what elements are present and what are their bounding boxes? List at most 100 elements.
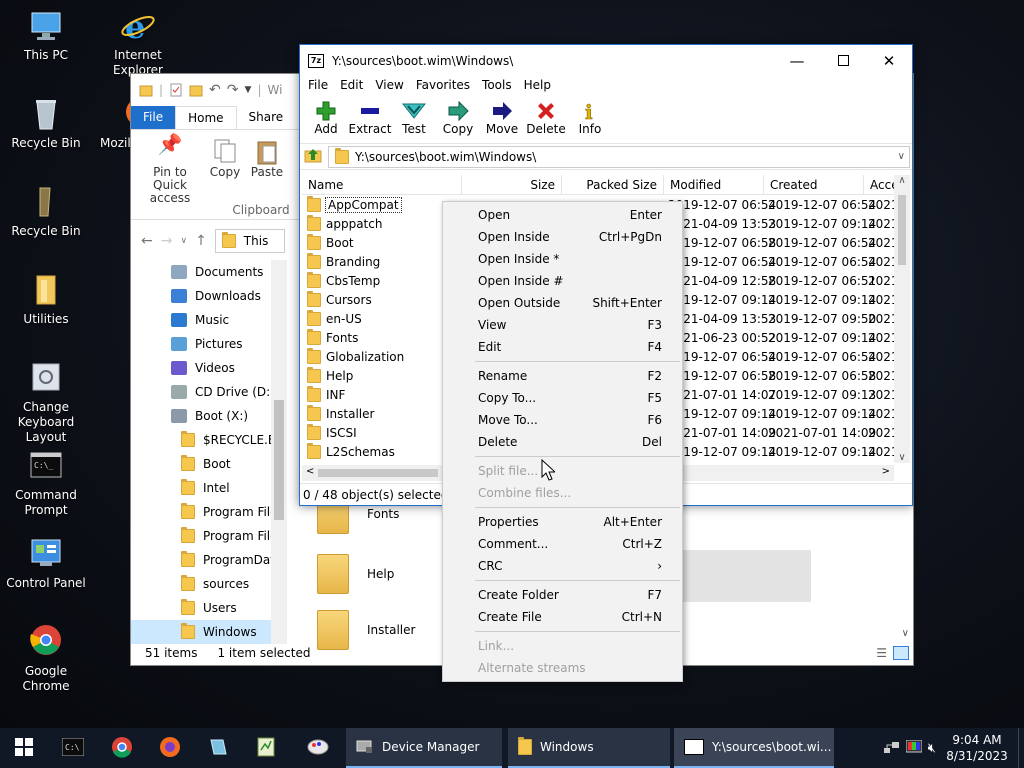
context-menu-item[interactable]: Edit F4	[443, 336, 682, 358]
context-menu-item[interactable]: Delete Del	[443, 431, 682, 453]
chevron-down-icon[interactable]: ∨	[180, 236, 187, 246]
nav-item[interactable]: Boot	[131, 452, 287, 476]
info-button[interactable]: i Info	[568, 96, 612, 143]
content-item-help[interactable]: Help	[317, 554, 394, 594]
column-name[interactable]: Name	[302, 175, 462, 194]
nav-scrollbar[interactable]	[271, 260, 287, 644]
chevron-down-icon[interactable]: ▼	[245, 85, 252, 95]
scrollbar-thumb[interactable]	[318, 469, 438, 477]
task-7zip[interactable]: 7z Y:\sources\boot.wi...	[674, 728, 834, 768]
large-icons-view-icon[interactable]	[893, 646, 909, 660]
copy-button[interactable]: Copy	[436, 96, 480, 143]
nav-item[interactable]: CD Drive (D:) v	[131, 380, 287, 404]
volume-muted-icon[interactable]: 🔇︎	[928, 741, 936, 756]
taskbar-notepad[interactable]	[242, 728, 290, 768]
column-packed-size[interactable]: Packed Size	[562, 175, 664, 194]
up-folder-icon[interactable]	[304, 146, 322, 167]
nav-item[interactable]: Downloads	[131, 284, 287, 308]
file-list-vscrollbar[interactable]: ∧ ∨	[894, 175, 910, 463]
pin-to-quick-access-button[interactable]: 📌 Pin to Quick access	[137, 134, 203, 205]
desktop-icon-utilities[interactable]: Utilities	[0, 272, 92, 327]
context-menu-item[interactable]: Open Inside Ctrl+PgDn	[443, 226, 682, 248]
column-modified[interactable]: Modified	[664, 175, 764, 194]
details-view-icon[interactable]: ☰	[876, 646, 887, 660]
scrollbar-thumb[interactable]	[898, 195, 906, 265]
extract-button[interactable]: Extract	[348, 96, 392, 143]
scroll-left-icon[interactable]: <	[306, 466, 314, 477]
clock[interactable]: 9:04 AM 8/31/2023	[942, 732, 1012, 764]
desktop-icon-control-panel[interactable]: Control Panel	[0, 536, 92, 591]
nav-item[interactable]: Boot (X:)	[131, 404, 287, 428]
taskbar-chrome[interactable]	[98, 728, 146, 768]
redo-icon[interactable]: ↷	[227, 82, 239, 98]
context-menu-item[interactable]: Copy To... F5	[443, 387, 682, 409]
start-button[interactable]	[0, 728, 48, 768]
paste-button[interactable]: Paste	[249, 138, 285, 179]
chevron-down-icon[interactable]: ∨	[898, 151, 905, 162]
delete-button[interactable]: Delete	[524, 96, 568, 143]
up-icon[interactable]: ↑	[195, 233, 207, 249]
copy-button[interactable]: Copy	[207, 138, 243, 179]
desktop-icon-change-keyboard-layout[interactable]: Change Keyboard Layout	[0, 360, 92, 445]
minimize-button[interactable]: —	[774, 45, 820, 76]
network-icon[interactable]	[883, 740, 900, 757]
nav-item[interactable]: Music	[131, 308, 287, 332]
move-button[interactable]: Move	[480, 96, 524, 143]
menu-favorites[interactable]: Favorites	[410, 76, 476, 96]
context-menu-item[interactable]: Open Inside *	[443, 248, 682, 270]
nav-item[interactable]: Program Files	[131, 524, 287, 548]
scroll-down-icon[interactable]: ∨	[894, 452, 910, 463]
desktop-icon-internet-explorer[interactable]: e Internet Explorer	[92, 8, 184, 78]
context-menu-item[interactable]: Open Inside #	[443, 270, 682, 292]
task-device-manager[interactable]: Device Manager	[346, 728, 502, 768]
desktop-icon-command-prompt[interactable]: C:\_ Command Prompt	[0, 448, 92, 518]
menu-file[interactable]: File	[302, 76, 334, 96]
nav-item[interactable]: ProgramData	[131, 548, 287, 572]
path-input[interactable]: Y:\sources\boot.wim\Windows\ ∨	[328, 145, 910, 168]
context-menu-item[interactable]: Rename F2	[443, 365, 682, 387]
taskbar-cmd[interactable]: C:\	[48, 728, 98, 768]
test-button[interactable]: Test	[392, 96, 436, 143]
context-menu-item[interactable]: Open Enter	[443, 204, 682, 226]
desktop-icon-firefox[interactable]: Mozil	[92, 96, 132, 151]
nav-item[interactable]: $RECYCLE.BIN	[131, 428, 287, 452]
tab-file[interactable]: File	[131, 106, 176, 129]
scroll-right-icon[interactable]: >	[882, 466, 890, 477]
context-menu-item[interactable]: Comment... Ctrl+Z	[443, 533, 682, 555]
forward-icon[interactable]: →	[161, 233, 173, 249]
nav-item[interactable]: Videos	[131, 356, 287, 380]
content-scroll-down-icon[interactable]: ∨	[902, 628, 909, 639]
taskbar-app[interactable]	[194, 728, 242, 768]
tab-home[interactable]: Home	[175, 106, 237, 129]
menu-view[interactable]: View	[369, 76, 409, 96]
context-menu-item[interactable]: Open Outside Shift+Enter	[443, 292, 682, 314]
show-desktop-button[interactable]	[1018, 728, 1024, 768]
nav-item[interactable]: Pictures	[131, 332, 287, 356]
back-icon[interactable]: ←	[141, 233, 153, 249]
column-created[interactable]: Created	[764, 175, 864, 194]
menu-tools[interactable]: Tools	[476, 76, 518, 96]
nav-item[interactable]: sources	[131, 572, 287, 596]
column-size[interactable]: Size	[462, 175, 562, 194]
desktop-icon-recycle-bin[interactable]: Recycle Bin	[0, 96, 92, 151]
desktop-icon-this-pc[interactable]: This PC	[0, 8, 92, 63]
desktop-icon-google-chrome[interactable]: Google Chrome	[0, 624, 92, 694]
nav-item[interactable]: Users	[131, 596, 287, 620]
nav-item[interactable]: Intel	[131, 476, 287, 500]
menu-edit[interactable]: Edit	[334, 76, 369, 96]
column-accessed[interactable]: Acce	[864, 175, 894, 194]
tab-share[interactable]: Share	[237, 106, 296, 129]
display-icon[interactable]	[905, 739, 923, 757]
address-field[interactable]: This	[214, 229, 285, 253]
context-menu-item[interactable]: Properties Alt+Enter	[443, 511, 682, 533]
taskbar-firefox[interactable]	[146, 728, 194, 768]
scroll-up-icon[interactable]: ∧	[894, 175, 910, 186]
taskbar-paint[interactable]	[290, 728, 346, 768]
add-button[interactable]: Add	[304, 96, 348, 143]
task-windows-explorer[interactable]: Windows	[508, 728, 670, 768]
desktop-icon-recycle-bin-2[interactable]: Recycle Bin	[0, 184, 92, 239]
nav-item[interactable]: Documents	[131, 260, 287, 284]
context-menu-item[interactable]: CRC ›	[443, 555, 682, 577]
scrollbar-thumb[interactable]	[274, 400, 284, 520]
nav-item[interactable]: Program Files	[131, 500, 287, 524]
